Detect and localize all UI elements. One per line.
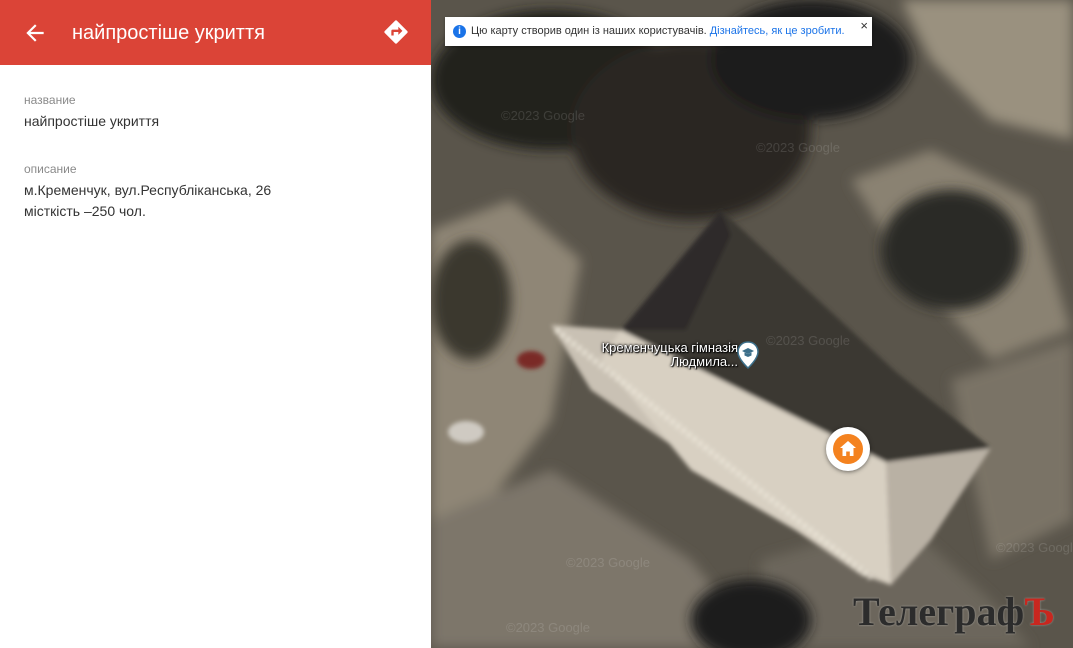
home-icon: [840, 441, 856, 456]
watermark: ©2023 Google: [566, 555, 651, 570]
satellite-imagery: [431, 0, 1073, 648]
close-icon[interactable]: ×: [860, 11, 868, 40]
directions-icon: [384, 20, 408, 44]
banner-text: Цю карту створив один із наших користува…: [471, 25, 707, 37]
watermark: ©2023 Google: [996, 540, 1073, 555]
info-icon: i: [453, 25, 466, 38]
poi-label[interactable]: Кременчуцька гімназія Людмила...: [601, 341, 738, 369]
page-title: найпростіше укриття: [72, 22, 265, 44]
school-pin-icon[interactable]: [737, 341, 759, 370]
user-map-banner: i Цю карту створив один із наших користу…: [445, 17, 872, 46]
watermark: ©2023 Google: [506, 620, 591, 635]
name-value: найпростіше укриття: [24, 113, 160, 129]
watermark: ©2023 Google: [766, 333, 851, 348]
shelter-marker[interactable]: [826, 427, 870, 471]
panel-header: найпростіше укриття: [0, 0, 431, 65]
arrow-left-icon: [26, 24, 44, 42]
details-panel: найпростіше укриття название найпростіше…: [0, 0, 431, 648]
map-view[interactable]: ©2023 Google ©2023 Google ©2023 Google ©…: [431, 0, 1073, 648]
marker-circle: [833, 434, 863, 464]
publisher-watermark: ТелеграфЪ: [853, 588, 1055, 635]
brand-mark: Ъ: [1024, 589, 1055, 634]
brand-text: Телеграф: [853, 589, 1025, 634]
watermark: ©2023 Google: [756, 140, 841, 155]
description-label: описание: [24, 162, 77, 176]
watermark: ©2023 Google: [501, 108, 586, 123]
learn-how-link[interactable]: Дізнайтесь, як це зробити.: [710, 25, 845, 37]
description-line-2: місткість –250 чол.: [24, 203, 146, 219]
description-line-1: м.Кременчук, вул.Республіканська, 26: [24, 182, 272, 198]
directions-button[interactable]: [382, 18, 410, 46]
back-button[interactable]: [22, 20, 48, 46]
name-label: название: [24, 93, 76, 107]
banner-text-wrap: Цю карту створив один із наших користува…: [471, 17, 845, 46]
